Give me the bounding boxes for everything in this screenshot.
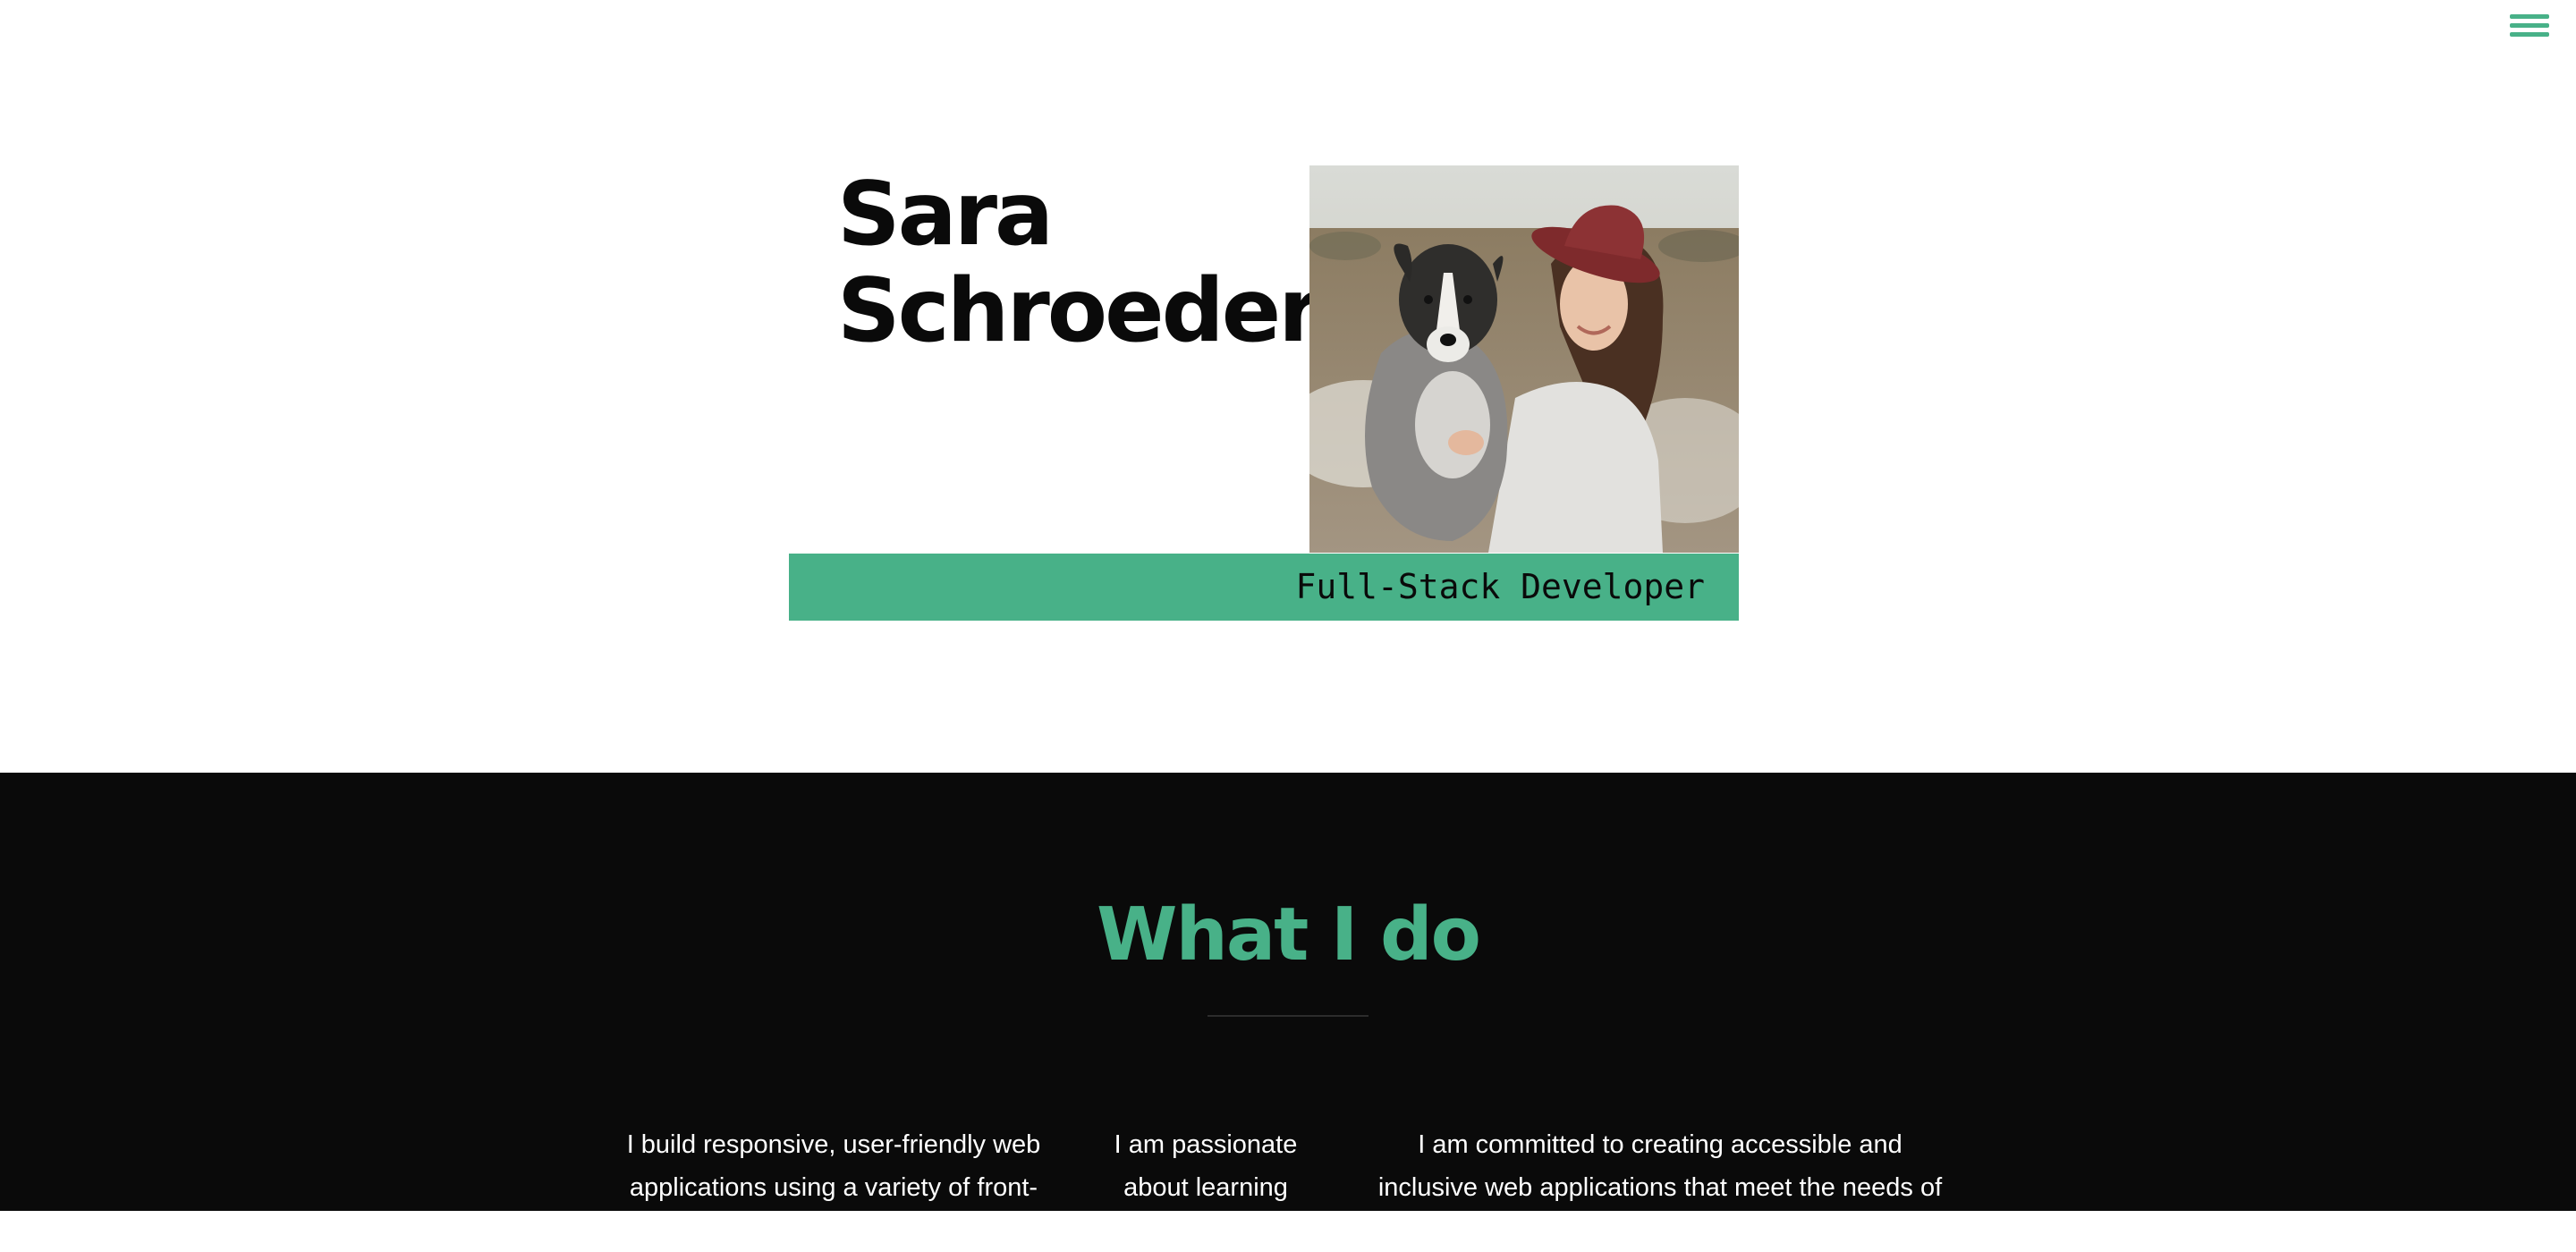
menu-bar [2510,32,2549,37]
hamburger-menu-icon[interactable] [2510,13,2549,39]
hero-last-name: Schroeder [837,260,1322,362]
hero-section: Sara Schroeder Full-Stack Developer [0,0,2576,773]
section-divider [1208,1015,1368,1017]
skill-column-learning: I am passionate about learning [1114,1130,1298,1202]
skill-column-accessibility: I am committed to creating accessible an… [1377,1130,1943,1245]
section-title: What I do [1097,892,1481,977]
what-i-do-section: What I do I build responsive, user-frien… [0,773,2576,1245]
hero-first-name: Sara [837,164,1054,266]
role-banner: Full-Stack Developer [789,554,1739,621]
skill-column-frontend: I build responsive, user-friendly web ap… [626,1130,1041,1245]
hero-name: Sara Schroeder [837,164,1322,362]
menu-bar [2510,23,2549,28]
profile-photo [1309,165,1739,553]
role-title: Full-Stack Developer [1295,567,1705,606]
menu-bar [2510,14,2549,19]
